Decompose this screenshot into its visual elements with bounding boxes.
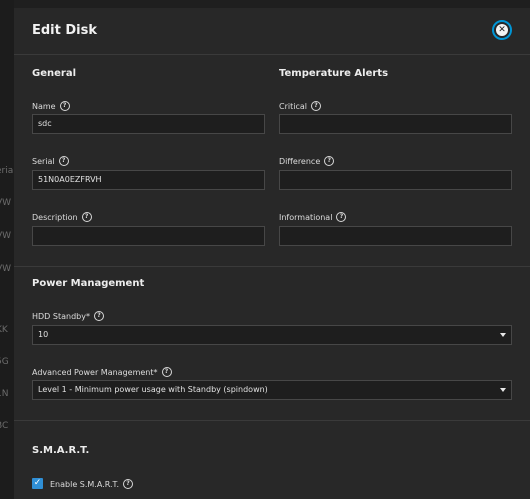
background-text: BC xyxy=(0,421,9,431)
help-icon[interactable]: ? xyxy=(81,212,92,222)
description-label: Description xyxy=(32,212,78,222)
description-label-row: Description ? xyxy=(32,212,92,222)
apm-label: Advanced Power Management* xyxy=(32,367,158,377)
smart-section-title: S.M.A.R.T. xyxy=(32,445,90,456)
serial-field[interactable]: 51N0A0EZFRVH xyxy=(32,170,265,190)
background-text: VW xyxy=(0,231,12,241)
hdd-standby-label: HDD Standby* xyxy=(32,311,90,321)
help-icon[interactable]: ? xyxy=(58,156,69,166)
edit-disk-panel: Edit Disk ✕ General Name ? sdc Serial ? … xyxy=(14,8,530,499)
panel-title: Edit Disk xyxy=(32,23,98,38)
background-text: VW xyxy=(0,264,12,274)
help-icon[interactable]: ? xyxy=(310,101,321,111)
apm-label-row: Advanced Power Management* ? xyxy=(32,367,172,377)
hdd-standby-label-row: HDD Standby* ? xyxy=(32,311,104,321)
difference-label: Difference xyxy=(279,156,321,166)
section-divider xyxy=(14,266,530,267)
enable-smart-label: Enable S.M.A.R.T. xyxy=(50,479,120,489)
help-icon[interactable]: ? xyxy=(123,479,134,489)
name-label-row: Name ? xyxy=(32,101,70,111)
panel-header: Edit Disk ✕ xyxy=(14,8,530,55)
difference-label-row: Difference ? xyxy=(279,156,335,166)
informational-field[interactable] xyxy=(279,226,512,246)
help-icon[interactable]: ? xyxy=(59,101,70,111)
background-table-edge: erial VW VW VW KK 5G 1N BC xyxy=(0,0,14,499)
name-label: Name xyxy=(32,101,56,111)
section-divider xyxy=(14,420,530,421)
temperature-section-title: Temperature Alerts xyxy=(279,68,389,79)
background-text: VW xyxy=(0,198,12,208)
background-text: KK xyxy=(0,325,8,335)
top-bar xyxy=(0,0,530,8)
hdd-standby-select[interactable]: 10 xyxy=(32,325,512,345)
background-text: 5G xyxy=(0,357,9,367)
description-field[interactable] xyxy=(32,226,265,246)
help-icon[interactable]: ? xyxy=(336,212,347,222)
help-icon[interactable]: ? xyxy=(324,156,335,166)
apm-select[interactable]: Level 1 - Minimum power usage with Stand… xyxy=(32,380,512,400)
difference-field[interactable] xyxy=(279,170,512,190)
chevron-down-icon xyxy=(500,333,506,337)
informational-label-row: Informational ? xyxy=(279,212,347,222)
background-text: 1N xyxy=(0,389,9,399)
serial-label: Serial xyxy=(32,156,55,166)
enable-smart-label-row: Enable S.M.A.R.T. ? xyxy=(50,479,134,489)
apm-value: Level 1 - Minimum power usage with Stand… xyxy=(38,385,268,394)
critical-label-row: Critical ? xyxy=(279,101,321,111)
name-field[interactable]: sdc xyxy=(32,114,265,134)
power-section-title: Power Management xyxy=(32,278,145,289)
enable-smart-checkbox[interactable]: ✓ xyxy=(32,478,43,489)
critical-field[interactable] xyxy=(279,114,512,134)
informational-label: Informational xyxy=(279,212,333,222)
hdd-standby-value: 10 xyxy=(38,330,49,339)
chevron-down-icon xyxy=(500,388,506,392)
serial-label-row: Serial ? xyxy=(32,156,69,166)
close-icon: ✕ xyxy=(496,24,508,36)
help-icon[interactable]: ? xyxy=(93,311,104,321)
help-icon[interactable]: ? xyxy=(161,367,172,377)
critical-label: Critical xyxy=(279,101,307,111)
general-section-title: General xyxy=(32,68,76,79)
background-text: erial xyxy=(0,166,14,176)
close-button[interactable]: ✕ xyxy=(492,20,512,40)
